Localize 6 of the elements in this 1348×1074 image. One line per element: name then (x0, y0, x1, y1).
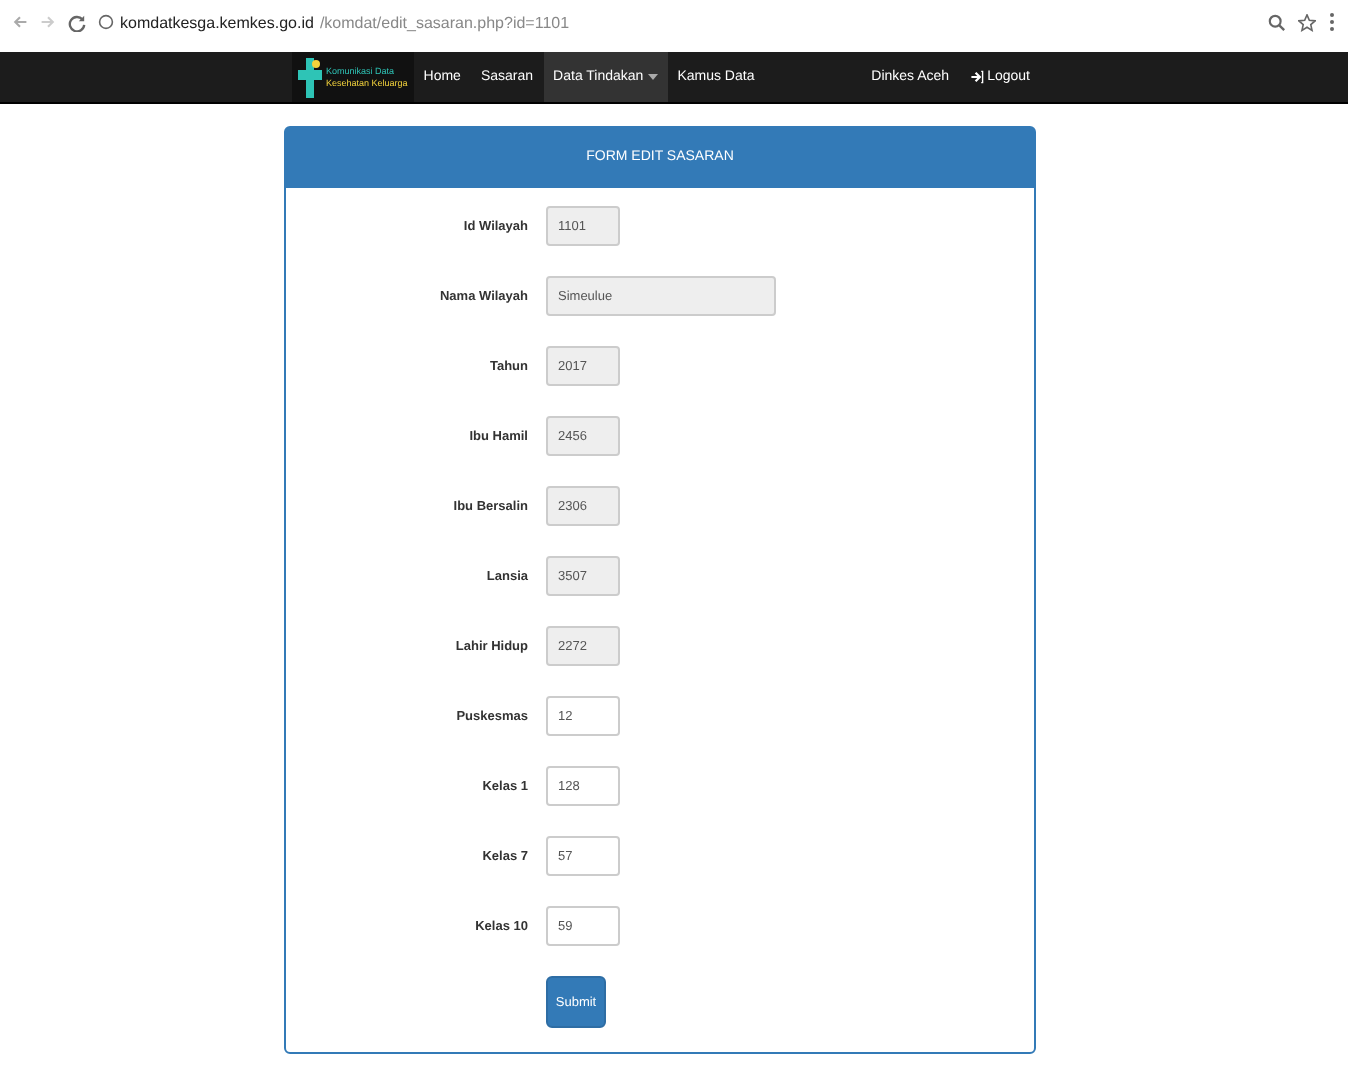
reload-icon[interactable] (68, 13, 86, 31)
logout-icon (969, 70, 984, 84)
menu-icon[interactable] (1328, 12, 1336, 32)
address-bar[interactable]: komdatkesga.kemkes.go.id /komdat/edit_sasaran.php?id=1101 (98, 13, 1256, 31)
zoom-icon[interactable] (1268, 13, 1286, 31)
star-icon[interactable] (1298, 13, 1316, 31)
